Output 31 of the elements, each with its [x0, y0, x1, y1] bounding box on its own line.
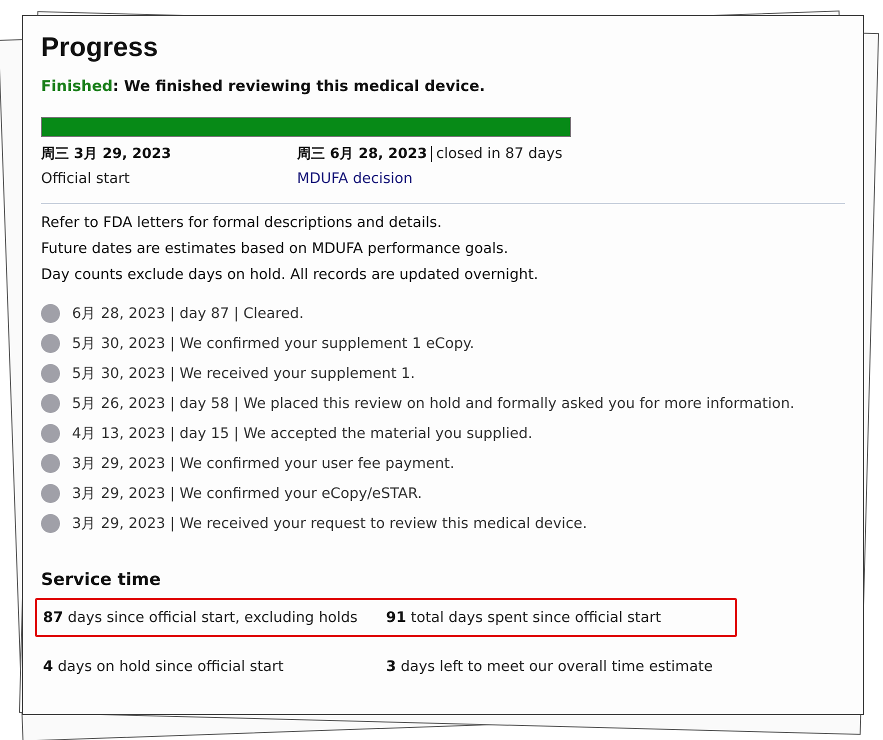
milestone-label: MDUFA decision — [297, 171, 414, 188]
timeline-dot-icon — [41, 394, 60, 413]
event-text: 3月 29, 2023 | We confirmed your eCopy/eSTAR. — [72, 484, 422, 503]
timeline-dot-icon — [41, 484, 60, 503]
event-text: 3月 29, 2023 | We confirmed your user fee payment. — [72, 454, 454, 473]
stat-text: 4 days on hold since official start — [43, 658, 285, 675]
event-text: 5月 26, 2023 | day 58 | We placed this review on hold and formally asked you for more information. — [72, 394, 795, 413]
milestone-date: 周三 3月 29, 2023 — [41, 145, 172, 164]
timeline-dot-icon — [41, 454, 60, 473]
milestone-date: 周三 6月 28, 2023 — [297, 145, 428, 164]
note-text: Refer to FDA letters for formal descriptions and details. — [41, 214, 443, 234]
event-text: 6月 28, 2023 | day 87 | Cleared. — [72, 304, 304, 323]
stat-text: 91 total days spent since official start — [386, 610, 662, 626]
note-text: Future dates are estimates based on MDUFA performance goals. — [41, 240, 510, 260]
page-title: Progress — [41, 32, 160, 63]
milestone-label: Official start — [41, 171, 131, 188]
timeline-dot-icon — [41, 334, 60, 353]
timeline-dot-icon — [41, 424, 60, 443]
event-text: 3月 29, 2023 | We received your request to review this medical device. — [72, 514, 588, 533]
section-heading: Service time — [41, 570, 162, 590]
timeline-dot-icon — [41, 304, 60, 323]
timeline-dot-icon — [41, 364, 60, 383]
event-text: 5月 30, 2023 | We received your supplement 1. — [72, 364, 416, 383]
stat-text: 3 days left to meet our overall time estimate — [386, 658, 714, 675]
milestone-note: closed in 87 days — [431, 146, 562, 162]
stat-text: 87 days since official start, excluding holds — [43, 610, 359, 626]
note-text: Day counts exclude days on hold. All records are updated overnight. — [41, 266, 540, 286]
event-text: 4月 13, 2023 | day 15 | We accepted the material you supplied. — [72, 424, 532, 443]
timeline-dot-icon — [41, 514, 60, 533]
event-text: 5月 30, 2023 | We confirmed your supplement 1 eCopy. — [72, 334, 474, 353]
status-message: Finished: We finished reviewing this medical device. — [41, 77, 486, 95]
